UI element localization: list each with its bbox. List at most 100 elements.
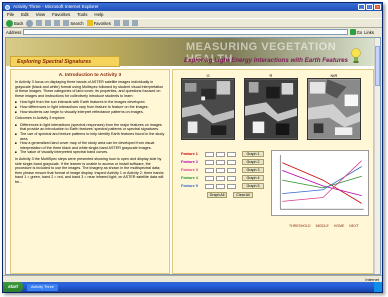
graph-button[interactable]: Graph 3 <box>242 167 264 173</box>
page-content: MEASURING VEGETATION HEALTH Exploring Sp… <box>5 37 381 275</box>
intro-panel: A. Introduction to Activity 3 In Activit… <box>10 69 170 274</box>
go-button[interactable]: Go <box>349 29 362 35</box>
band-nir: NIR <box>307 73 361 140</box>
middle-link[interactable]: MIDDLE <box>316 224 329 228</box>
links-label[interactable]: Links <box>364 30 382 35</box>
vertical-scrollbar[interactable] <box>374 38 380 274</box>
value-field[interactable] <box>227 151 236 157</box>
value-field[interactable] <box>216 159 225 165</box>
graph-button[interactable]: Graph 4 <box>242 175 264 181</box>
value-field[interactable] <box>205 175 214 181</box>
scroll-thumb[interactable] <box>375 46 380 86</box>
star-icon <box>86 20 93 26</box>
interactive-panel: G R NIR Feature 1 Graph 1 Feature 2 Grap… <box>172 69 374 274</box>
bullet-list-b: Differences in light interactions (spect… <box>15 123 165 155</box>
browser-window: Activity Three - Microsoft Internet Expl… <box>2 2 383 293</box>
history-icon[interactable] <box>113 20 120 26</box>
feature-controls: Feature 1 Graph 1 Feature 2 Graph 2 Feat… <box>181 150 269 220</box>
graph-button[interactable]: Graph 2 <box>242 159 264 165</box>
ie-icon <box>5 4 10 10</box>
menu-file[interactable]: File <box>7 11 14 18</box>
taskbar: start Activity Three <box>3 282 382 292</box>
start-button[interactable]: start <box>3 282 23 292</box>
list-item: The use of spectral and texture patterns… <box>15 132 165 141</box>
feature-row: Feature 1 Graph 1 <box>181 150 269 158</box>
window-title: Activity Three - Microsoft Internet Expl… <box>13 4 99 9</box>
feature-row: Feature 5 Graph 5 <box>181 182 269 190</box>
band-green: G <box>181 73 235 140</box>
right-title: Exploring Light Energy Interactions with… <box>184 57 348 64</box>
list-item: How a generalized land cover map of the … <box>15 141 165 150</box>
feature-label: Feature 1 <box>181 152 198 156</box>
back-button[interactable]: Back <box>6 19 23 27</box>
graph-actions: Graph All Clear All <box>181 192 269 198</box>
satellite-image-red[interactable] <box>244 78 298 140</box>
menu-edit[interactable]: Edit <box>21 11 29 18</box>
value-field[interactable] <box>216 151 225 157</box>
search-icon <box>63 20 70 26</box>
favorites-button[interactable]: Favorites <box>86 20 111 26</box>
menu-favorites[interactable]: Favorites <box>52 11 70 18</box>
taskbar-item[interactable]: Activity Three <box>26 283 58 291</box>
menu-bar: File Edit View Favorites Tools Help <box>3 11 382 18</box>
feature-label: Feature 2 <box>181 160 198 164</box>
feature-row: Feature 4 Graph 4 <box>181 174 269 182</box>
band-red: R <box>244 73 298 140</box>
value-field[interactable] <box>227 159 236 165</box>
stop-icon[interactable] <box>36 20 43 26</box>
lamp-icon <box>351 48 361 63</box>
value-field[interactable] <box>216 175 225 181</box>
value-field[interactable] <box>216 167 225 173</box>
value-field[interactable] <box>205 167 214 173</box>
feature-row: Feature 3 Graph 3 <box>181 166 269 174</box>
toolbar: Back Search Favorites <box>3 18 382 28</box>
mail-icon[interactable] <box>122 20 129 26</box>
value-field[interactable] <box>227 167 236 173</box>
close-button[interactable]: × <box>374 4 381 10</box>
value-field[interactable] <box>227 175 236 181</box>
value-field[interactable] <box>205 151 214 157</box>
list-item: Differences in light interactions (spect… <box>15 123 165 132</box>
search-button[interactable]: Search <box>63 20 84 26</box>
address-input[interactable] <box>23 29 348 35</box>
clear-all-button[interactable]: Clear All <box>233 192 253 198</box>
system-tray <box>374 282 382 292</box>
intro-text: In Activity 3 focus on displaying three … <box>15 80 164 98</box>
menu-view[interactable]: View <box>36 11 45 18</box>
threshold-link[interactable]: THRESHOLD <box>289 224 311 228</box>
band-images: G R NIR <box>181 73 361 140</box>
back-arrow-icon <box>6 19 13 27</box>
menu-help[interactable]: Help <box>94 11 103 18</box>
graph-all-button[interactable]: Graph All <box>207 192 227 198</box>
feature-label: Feature 3 <box>181 168 198 172</box>
value-field[interactable] <box>216 183 225 189</box>
feature-label: Feature 5 <box>181 184 198 188</box>
menu-tools[interactable]: Tools <box>77 11 87 18</box>
satellite-image-green[interactable] <box>181 78 235 140</box>
section-heading: A. Introduction to Activity 3 <box>58 73 122 78</box>
list-item: The value of visually interpreted spectr… <box>15 150 165 155</box>
nav-links: THRESHOLD MIDDLE HOME NEXT <box>289 224 359 228</box>
address-bar: Address Go Links <box>3 28 382 36</box>
home-link[interactable]: HOME <box>334 224 345 228</box>
graph-button[interactable]: Graph 5 <box>242 183 264 189</box>
minimize-button[interactable]: _ <box>358 4 365 10</box>
spectral-graph <box>271 150 369 216</box>
feature-row: Feature 2 Graph 2 <box>181 158 269 166</box>
next-link[interactable]: NEXT <box>349 224 358 228</box>
maximize-button[interactable]: □ <box>366 4 373 10</box>
satellite-image-nir[interactable] <box>307 78 361 140</box>
refresh-icon[interactable] <box>45 20 52 26</box>
value-field[interactable] <box>205 159 214 165</box>
print-icon[interactable] <box>131 20 138 26</box>
graph-button[interactable]: Graph 1 <box>242 151 264 157</box>
bullet-list-a: How light from the sun interacts with Ea… <box>15 100 165 114</box>
home-icon[interactable] <box>54 20 61 26</box>
value-field[interactable] <box>205 183 214 189</box>
title-bar: Activity Three - Microsoft Internet Expl… <box>3 3 382 11</box>
closing-text: In Activity 3 the MultiSpec steps were p… <box>15 156 165 184</box>
value-field[interactable] <box>227 183 236 189</box>
left-title: Exploring Spectral Signatures <box>10 56 120 67</box>
zone-text: Internet <box>365 276 379 282</box>
forward-button[interactable] <box>26 19 34 27</box>
